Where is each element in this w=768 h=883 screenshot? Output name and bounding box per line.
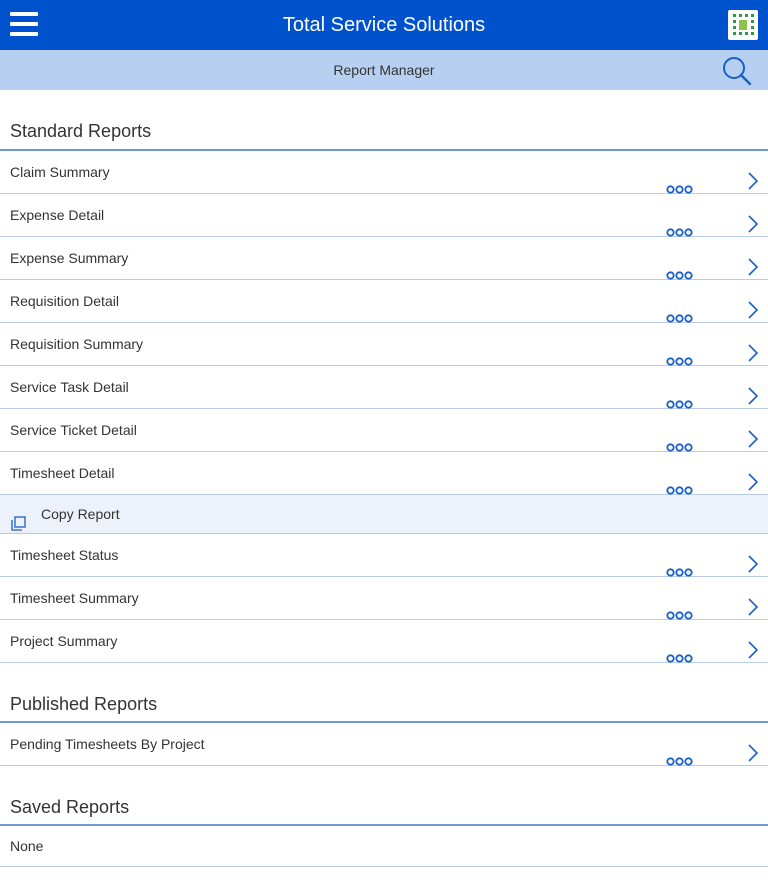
report-row[interactable]: Service Task Detail — [0, 366, 768, 409]
report-row[interactable]: Timesheet Summary — [0, 577, 768, 620]
chevron-right-icon[interactable] — [748, 207, 759, 233]
more-options-icon[interactable] — [666, 426, 693, 452]
saved-reports-heading: Saved Reports — [0, 766, 768, 826]
app-header: Total Service Solutions — [0, 0, 768, 50]
report-row[interactable]: Pending Timesheets By Project — [0, 723, 768, 766]
chevron-right-icon[interactable] — [748, 336, 759, 362]
report-label: Project Summary — [10, 633, 118, 649]
more-options-icon[interactable] — [666, 254, 693, 280]
report-row[interactable]: Timesheet Detail — [0, 452, 768, 495]
report-label: Service Task Detail — [10, 379, 129, 395]
report-manager-bar: Report Manager — [0, 50, 768, 90]
report-label: Service Ticket Detail — [10, 422, 137, 438]
more-options-icon[interactable] — [666, 383, 693, 409]
report-row[interactable]: Requisition Detail — [0, 280, 768, 323]
more-options-icon[interactable] — [666, 551, 693, 577]
chevron-right-icon[interactable] — [748, 465, 759, 491]
company-logo-icon[interactable] — [728, 10, 758, 40]
chevron-right-icon[interactable] — [748, 379, 759, 405]
copy-report-action[interactable]: Copy Report — [0, 495, 768, 534]
saved-reports-empty: None — [0, 826, 768, 867]
published-reports-list: Pending Timesheets By Project — [0, 723, 768, 766]
more-options-icon[interactable] — [666, 637, 693, 663]
report-row[interactable]: Service Ticket Detail — [0, 409, 768, 452]
report-label: Requisition Summary — [10, 336, 144, 352]
more-options-icon[interactable] — [666, 168, 693, 194]
copy-icon — [11, 507, 26, 531]
page-title: Report Manager — [333, 62, 435, 78]
chevron-right-icon[interactable] — [748, 250, 759, 276]
report-label: Expense Summary — [10, 250, 129, 266]
report-row[interactable]: Timesheet Status — [0, 534, 768, 577]
report-row[interactable]: Project Summary — [0, 620, 768, 663]
search-icon[interactable] — [722, 56, 752, 86]
chevron-right-icon[interactable] — [748, 547, 759, 573]
chevron-right-icon[interactable] — [748, 164, 759, 190]
report-label: Requisition Detail — [10, 293, 119, 309]
more-options-icon[interactable] — [666, 740, 693, 766]
report-row[interactable]: Requisition Summary — [0, 323, 768, 366]
chevron-right-icon[interactable] — [748, 736, 759, 762]
published-reports-heading: Published Reports — [0, 663, 768, 723]
more-options-icon[interactable] — [666, 340, 693, 366]
report-label: Claim Summary — [10, 164, 110, 180]
standard-reports-list-continued: Timesheet Status Timesheet Summary Project… — [0, 534, 768, 663]
chevron-right-icon[interactable] — [748, 422, 759, 448]
report-label: Timesheet Detail — [10, 465, 115, 481]
copy-report-label: Copy Report — [41, 506, 120, 522]
report-row[interactable]: Expense Detail — [0, 194, 768, 237]
more-options-icon[interactable] — [666, 211, 693, 237]
app-title: Total Service Solutions — [282, 14, 486, 36]
more-options-icon[interactable] — [666, 594, 693, 620]
report-label: Pending Timesheets By Project — [10, 736, 205, 752]
standard-reports-heading: Standard Reports — [0, 90, 768, 151]
more-options-icon[interactable] — [666, 297, 693, 323]
chevron-right-icon[interactable] — [748, 633, 759, 659]
more-options-icon[interactable] — [666, 469, 693, 495]
report-row[interactable]: Claim Summary — [0, 151, 768, 194]
report-label: Timesheet Status — [10, 547, 119, 563]
report-label: Expense Detail — [10, 207, 105, 223]
chevron-right-icon[interactable] — [748, 293, 759, 319]
report-label: Timesheet Summary — [10, 590, 139, 606]
report-row[interactable]: Expense Summary — [0, 237, 768, 280]
standard-reports-list: Claim Summary Expense Detail Expense Summa… — [0, 151, 768, 495]
chevron-right-icon[interactable] — [748, 590, 759, 616]
